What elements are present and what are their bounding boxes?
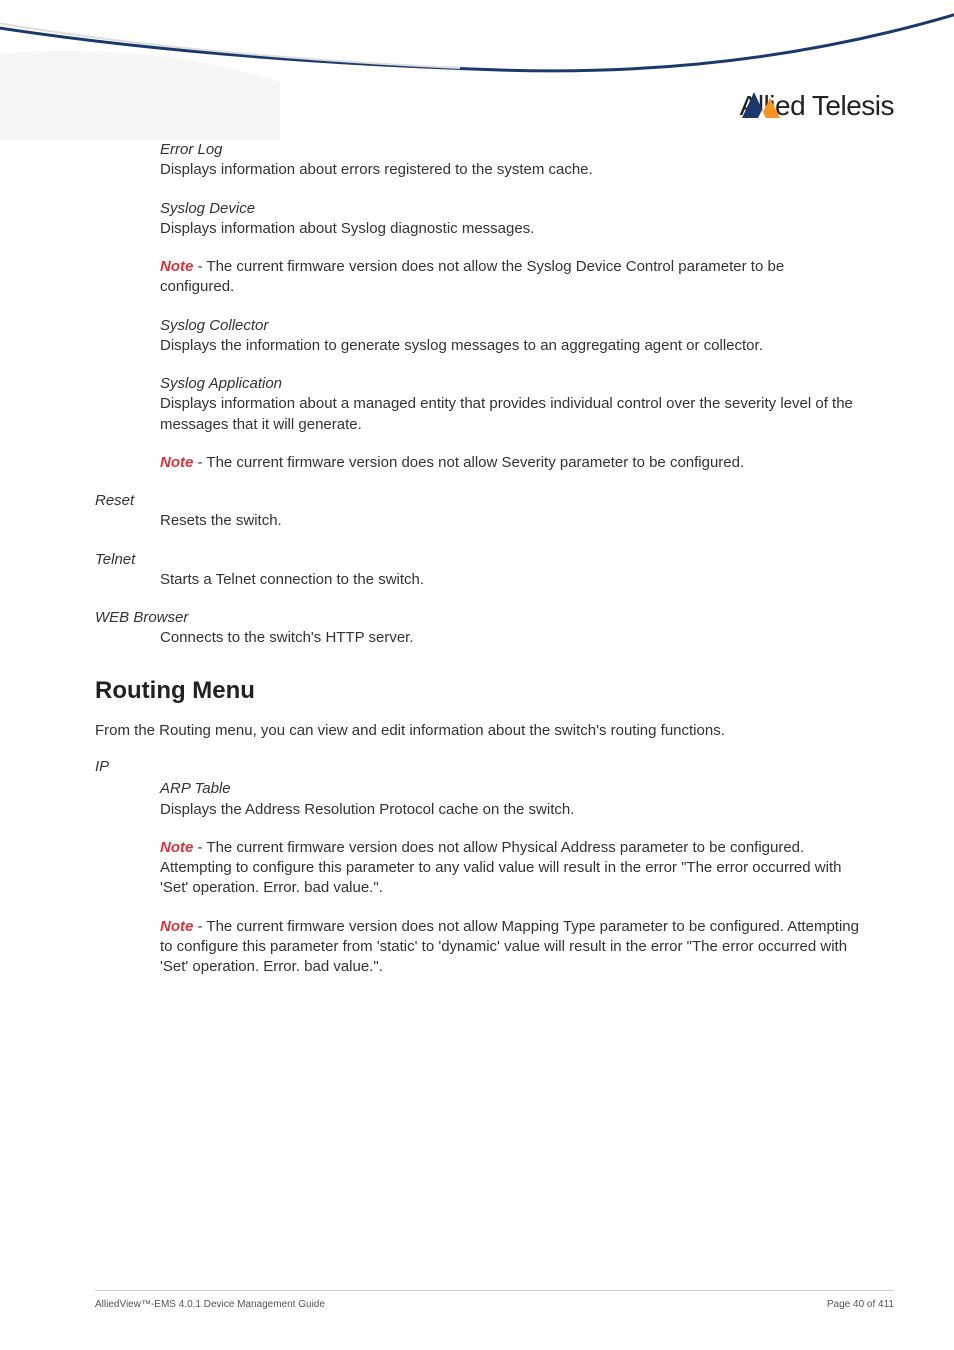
web-browser-title: WEB Browser <box>95 608 859 628</box>
syslog-device-desc: Displays information about Syslog diagno… <box>160 219 859 239</box>
syslog-application-desc: Displays information about a managed ent… <box>160 394 859 435</box>
routing-intro: From the Routing menu, you can view and … <box>95 721 859 741</box>
section-syslog-device: Syslog Device Displays information about… <box>160 199 859 240</box>
note-label: Note <box>160 258 193 275</box>
routing-menu-heading: Routing Menu <box>95 675 859 707</box>
arp-table-desc: Displays the Address Resolution Protocol… <box>160 800 859 820</box>
arp-table-title: ARP Table <box>160 779 859 799</box>
section-web-browser: WEB Browser Connects to the switch's HTT… <box>95 608 859 649</box>
reset-title: Reset <box>95 491 859 511</box>
note-text: - The current firmware version does not … <box>193 454 744 471</box>
note-text: - The current firmware version does not … <box>160 839 841 897</box>
note-text: - The current firmware version does not … <box>160 918 859 976</box>
syslog-collector-title: Syslog Collector <box>160 316 859 336</box>
page-content: Error Log Displays information about err… <box>0 140 954 977</box>
header-decoration: Allied Telesis <box>0 0 954 140</box>
reset-desc: Resets the switch. <box>160 511 859 531</box>
note-mapping-type: Note - The current firmware version does… <box>160 917 859 978</box>
section-error-log: Error Log Displays information about err… <box>160 140 859 181</box>
footer-right: Page 40 of 411 <box>827 1299 894 1310</box>
section-telnet: Telnet Starts a Telnet connection to the… <box>95 550 859 591</box>
section-arp-table: ARP Table Displays the Address Resolutio… <box>160 779 859 820</box>
error-log-title: Error Log <box>160 140 859 160</box>
error-log-desc: Displays information about errors regist… <box>160 160 859 180</box>
note-syslog-device: Note - The current firmware version does… <box>160 257 859 298</box>
section-reset: Reset Resets the switch. <box>95 491 859 532</box>
logo-icon <box>740 90 784 120</box>
note-text: - The current firmware version does not … <box>160 258 784 295</box>
section-syslog-application: Syslog Application Displays information … <box>160 374 859 435</box>
note-label: Note <box>160 918 193 935</box>
web-browser-desc: Connects to the switch's HTTP server. <box>160 628 859 648</box>
note-physical-address: Note - The current firmware version does… <box>160 838 859 899</box>
brand-logo: Allied Telesis <box>740 90 894 122</box>
note-label: Note <box>160 454 193 471</box>
syslog-application-title: Syslog Application <box>160 374 859 394</box>
syslog-device-title: Syslog Device <box>160 199 859 219</box>
footer-left: AlliedView™-EMS 4.0.1 Device Management … <box>95 1299 325 1310</box>
page-footer: AlliedView™-EMS 4.0.1 Device Management … <box>95 1290 894 1310</box>
note-label: Note <box>160 839 193 856</box>
section-syslog-collector: Syslog Collector Displays the informatio… <box>160 316 859 357</box>
syslog-collector-desc: Displays the information to generate sys… <box>160 336 859 356</box>
telnet-title: Telnet <box>95 550 859 570</box>
note-severity: Note - The current firmware version does… <box>160 453 859 473</box>
telnet-desc: Starts a Telnet connection to the switch… <box>160 570 859 590</box>
ip-label: IP <box>95 757 859 777</box>
